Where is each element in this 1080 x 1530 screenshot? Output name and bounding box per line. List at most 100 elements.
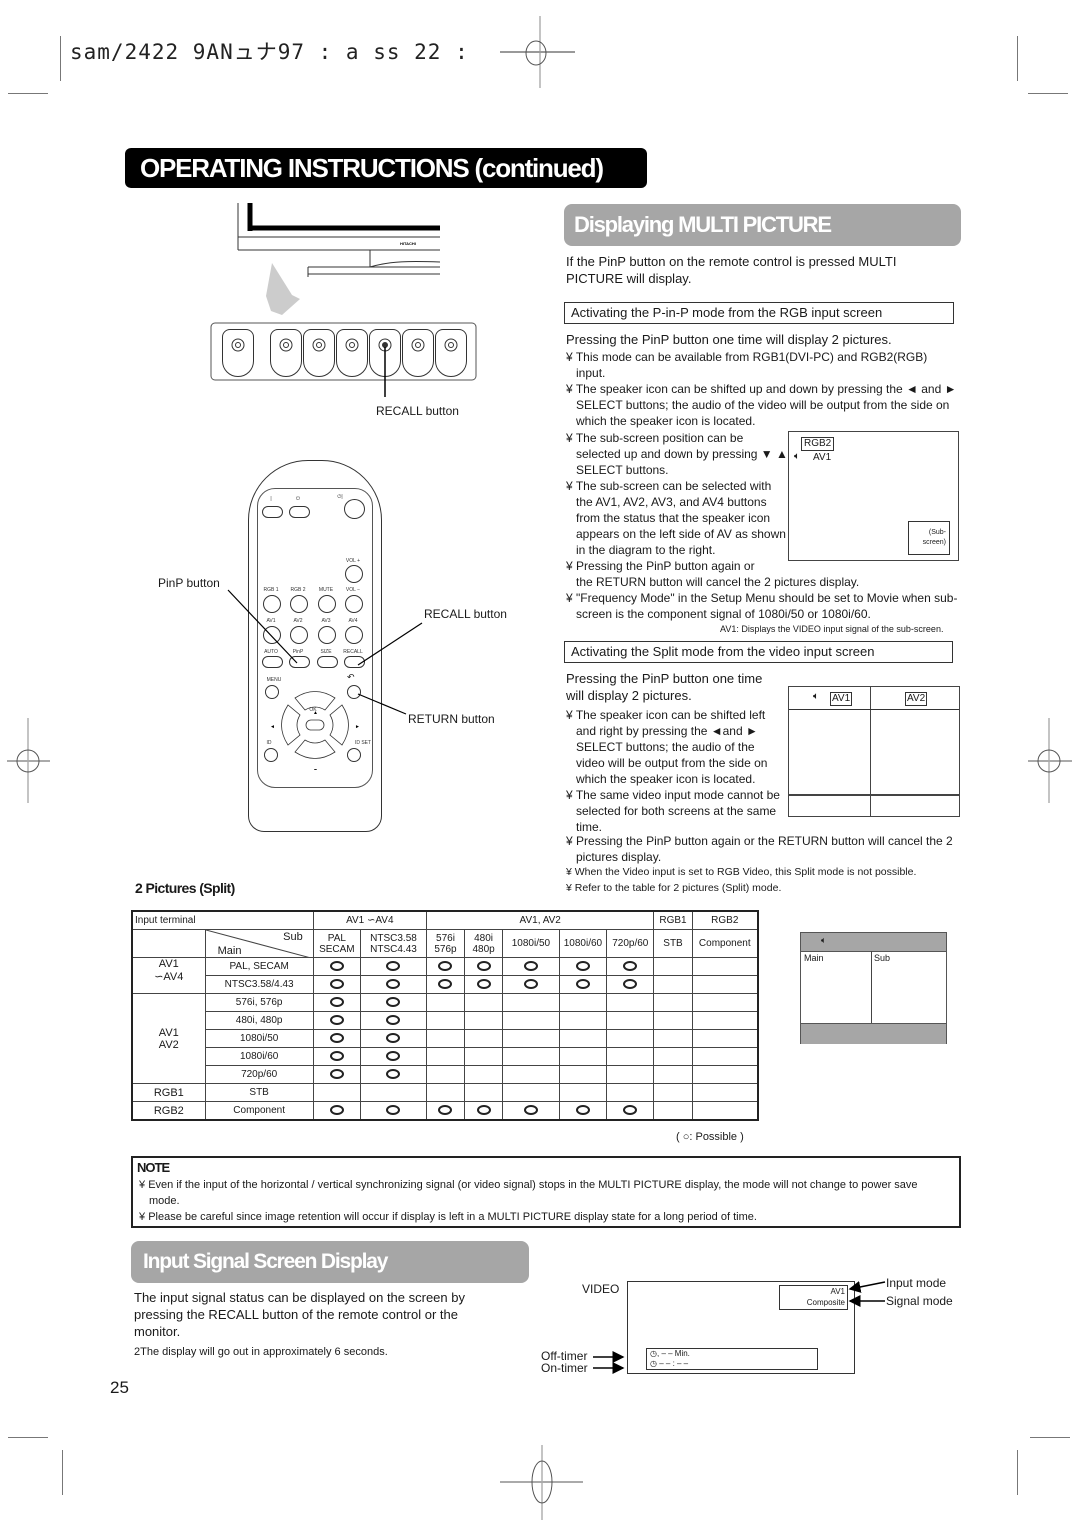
recall-button-callout: RECALL button xyxy=(424,607,507,621)
input-signal-body: The input signal status can be displayed… xyxy=(134,1290,465,1339)
pinp-bullets-full: ¥ This mode can be available from RGB1(D… xyxy=(566,349,958,429)
compat-cell xyxy=(691,993,759,1012)
split-section-title: Activating the Split mode from the video… xyxy=(564,641,953,663)
compat-cell xyxy=(502,1065,560,1084)
registration-mark-icon xyxy=(500,16,575,88)
speaker-icon: 🔈︎ xyxy=(821,935,827,945)
compat-cell xyxy=(691,1029,759,1048)
compat-cell xyxy=(558,1065,608,1084)
multi-picture-heading: Displaying MULTI PICTURE xyxy=(564,204,961,246)
compat-cell xyxy=(558,975,608,994)
compat-cell xyxy=(502,1011,560,1030)
compat-cell xyxy=(312,993,362,1012)
key-label: VOL + xyxy=(345,558,361,564)
bullet: ¥ Pressing the PinP button again or the … xyxy=(566,834,953,864)
compat-cell xyxy=(558,1047,608,1066)
id-set-key[interactable] xyxy=(347,748,361,762)
bullet: ¥ Pressing the PinP button again or xyxy=(566,559,755,573)
compat-cell xyxy=(606,975,655,994)
compat-cell xyxy=(606,957,655,976)
possible-mark-icon xyxy=(476,961,491,972)
compat-cell xyxy=(606,1083,655,1102)
compat-cell xyxy=(653,957,693,976)
possible-mark-icon xyxy=(329,997,344,1008)
compat-cell xyxy=(653,1029,693,1048)
compat-cell xyxy=(606,1029,655,1048)
bullet: ¥ The sub-screen can be selected with th… xyxy=(566,479,786,557)
remote-callout-lines xyxy=(227,589,423,715)
compat-cell xyxy=(502,1101,560,1121)
note-item: ¥ Even if the input of the horizontal / … xyxy=(139,1179,918,1207)
bullet: ¥ The sub-screen position can be selecte… xyxy=(566,431,788,477)
table-row: 1080i/50 xyxy=(132,1029,759,1048)
main-sub-diagonal-header: Sub Main xyxy=(204,929,314,958)
split-bullets-small: ¥ When the Video input is set to RGB Vid… xyxy=(566,864,966,896)
compat-cell xyxy=(558,1101,608,1121)
compat-cell xyxy=(653,1065,693,1084)
possible-mark-icon xyxy=(438,979,453,990)
compat-cell xyxy=(691,1065,759,1084)
compat-cell xyxy=(464,1047,504,1066)
pinp-bullets-after: the RETURN button will cancel the 2 pict… xyxy=(566,574,958,622)
sub-screen: (Sub-screen) xyxy=(908,521,950,555)
compat-cell xyxy=(653,975,693,994)
main-label: Main xyxy=(217,945,242,957)
compat-cell xyxy=(606,1011,655,1030)
compat-cell xyxy=(425,957,466,976)
page-number: 25 xyxy=(110,1378,129,1397)
crop-mark xyxy=(1028,93,1068,94)
crop-mark xyxy=(60,36,61,81)
on-timer-label: On-timer xyxy=(541,1361,588,1375)
possible-mark-icon xyxy=(438,961,453,972)
compat-cell xyxy=(558,1083,608,1102)
note-item: ¥ Please be careful since image retentio… xyxy=(139,1211,757,1223)
power-on-key[interactable] xyxy=(262,506,283,518)
standby-key[interactable] xyxy=(289,506,310,518)
possible-mark-icon xyxy=(623,979,638,990)
column-header: STB xyxy=(653,929,693,958)
possible-mark-icon xyxy=(329,1051,344,1062)
possible-mark-icon xyxy=(523,979,538,990)
row-group-label: AV1 AV2 xyxy=(131,993,206,1084)
input-signal-heading: Input Signal Screen Display xyxy=(131,1241,529,1283)
main-power-key[interactable] xyxy=(344,499,365,519)
compat-cell xyxy=(606,1101,655,1121)
multi-picture-intro: If the PinP button on the remote control… xyxy=(566,254,897,286)
compat-cell xyxy=(558,1011,608,1030)
compat-cell xyxy=(312,1029,362,1048)
compat-cell xyxy=(360,1083,427,1102)
possible-mark-icon xyxy=(386,1069,401,1080)
pinp-footnote: AV1: Displays the VIDEO input signal of … xyxy=(720,624,944,634)
column-header: 480i 480p xyxy=(464,929,504,958)
compat-cell xyxy=(502,1083,560,1102)
compat-cell xyxy=(425,975,466,994)
compat-cell xyxy=(312,975,362,994)
compat-cell xyxy=(691,957,759,976)
group-header: AV1, AV2 xyxy=(425,910,655,930)
possible-mark-icon xyxy=(523,1105,538,1116)
table-legend: ( ○: Possible ) xyxy=(676,1131,744,1143)
possible-mark-icon xyxy=(438,1105,453,1116)
compat-cell xyxy=(606,1047,655,1066)
registration-mark-icon xyxy=(1028,718,1072,803)
compat-cell xyxy=(464,1101,504,1121)
compat-cell xyxy=(312,1083,362,1102)
compat-cell xyxy=(464,1029,504,1048)
split-screen-diagram: 🔈︎ AV1 AV2 xyxy=(788,686,960,817)
bullet: ¥ Refer to the table for 2 pictures (Spl… xyxy=(566,882,782,894)
bullet-continuation: the RETURN button will cancel the 2 pict… xyxy=(576,575,860,589)
column-header: NTSC3.58 NTSC4.43 xyxy=(360,929,427,958)
possible-mark-icon xyxy=(329,1033,344,1044)
pinp-button-callout: PinP button xyxy=(158,576,220,590)
page-title: OPERATING INSTRUCTIONS (continued) xyxy=(125,148,647,188)
split-bullets-full: ¥ Pressing the PinP button again or the … xyxy=(566,833,958,865)
compat-cell xyxy=(360,1029,427,1048)
possible-mark-icon xyxy=(329,1105,344,1116)
return-button-callout: RETURN button xyxy=(408,712,495,726)
table-subheader-row: Sub Main PAL SECAM NTSC3.58 NTSC4.43 576i 5… xyxy=(131,929,759,958)
compat-cell xyxy=(606,1065,655,1084)
row-signal-label: 720p/60 xyxy=(204,1065,314,1084)
id-key[interactable] xyxy=(264,748,278,762)
pinp-screen-diagram: RGB2 🔈︎ AV1 (Sub-screen) xyxy=(788,431,959,561)
crop-mark xyxy=(1017,1450,1018,1495)
